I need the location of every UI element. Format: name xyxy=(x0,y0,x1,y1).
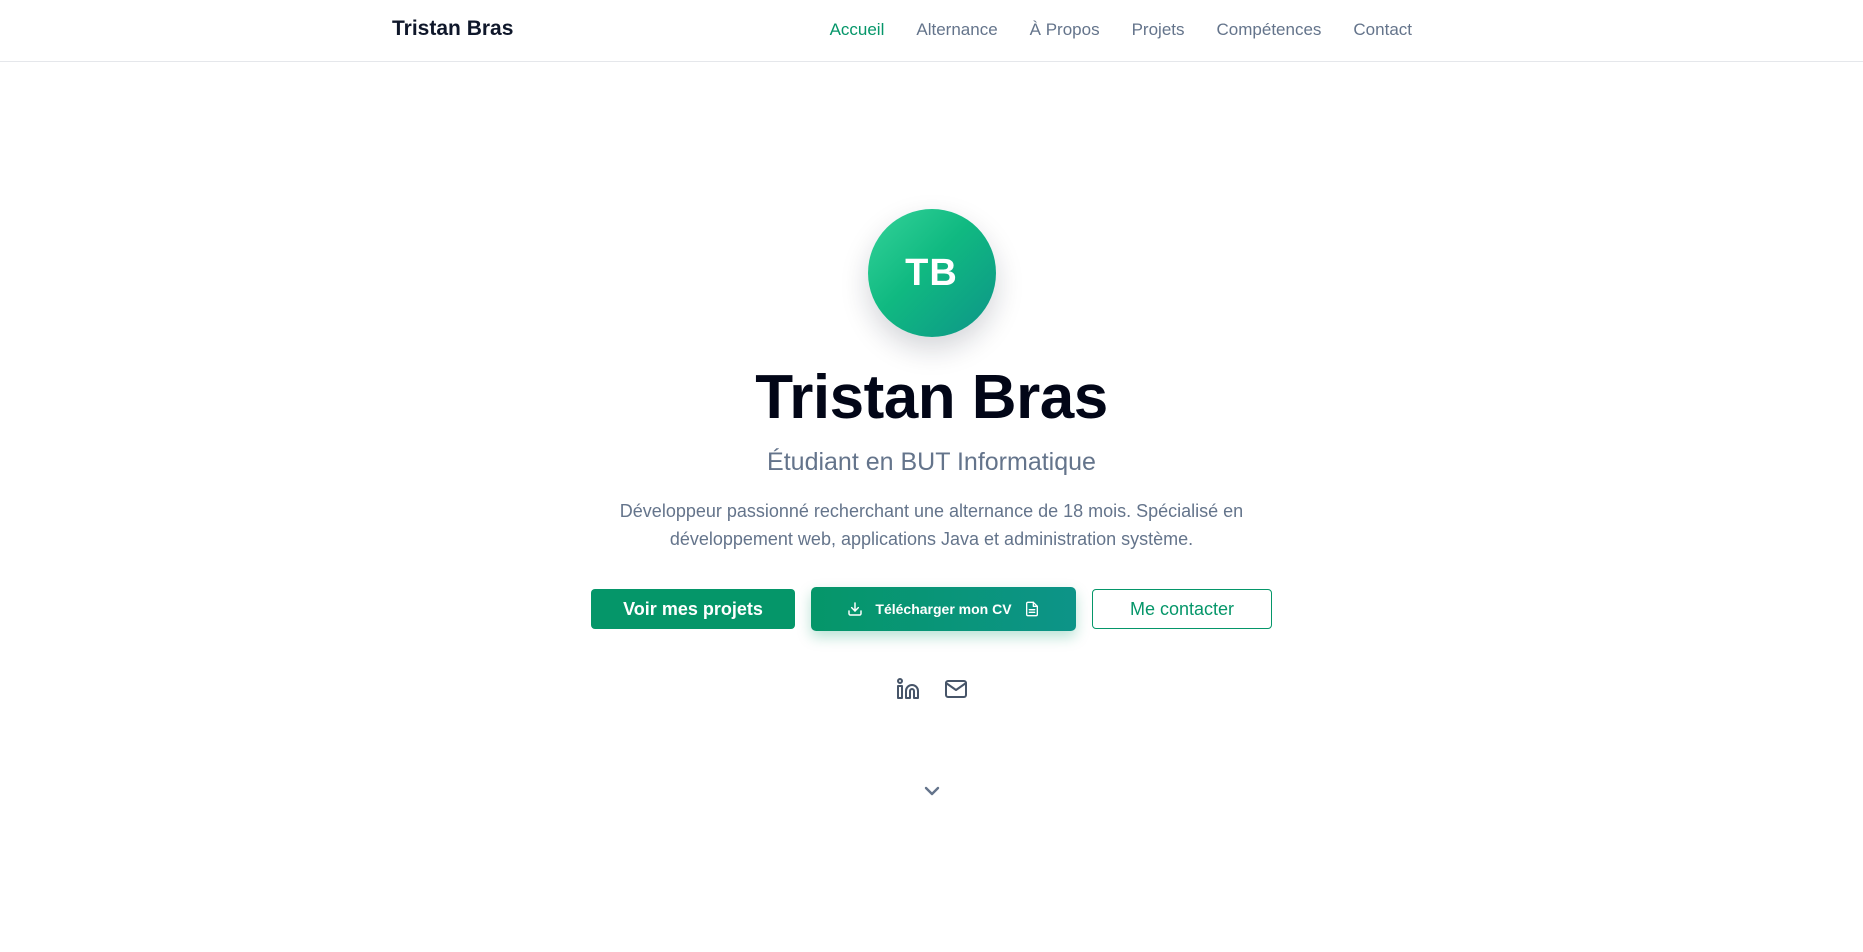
linkedin-icon[interactable] xyxy=(896,677,920,701)
nav-link-projets[interactable]: Projets xyxy=(1132,20,1185,39)
hero-description: Développeur passionné recherchant une al… xyxy=(619,501,1244,549)
nav-link-a-propos[interactable]: À Propos xyxy=(1030,20,1100,39)
file-text-icon xyxy=(1024,601,1040,617)
hero-name: Tristan Bras xyxy=(755,363,1108,432)
social-links xyxy=(896,677,968,701)
download-icon xyxy=(847,601,863,617)
view-projects-button[interactable]: Voir mes projets xyxy=(591,589,795,629)
chevron-down-icon[interactable] xyxy=(920,779,944,803)
hero-subtitle: Étudiant en BUT Informatique xyxy=(767,448,1096,476)
nav-links: Accueil Alternance À Propos Projets Comp… xyxy=(830,20,1412,40)
avatar: TB xyxy=(867,209,996,337)
navbar: Tristan Bras Accueil Alternance À Propos… xyxy=(0,0,1863,62)
hero-section: TB Tristan Bras Étudiant en BUT Informat… xyxy=(0,62,1863,952)
hero-buttons: Voir mes projets Télécharger mon CV Me c… xyxy=(591,587,1272,631)
avatar-initials: TB xyxy=(905,251,958,294)
mail-icon[interactable] xyxy=(944,677,968,701)
nav-link-alternance[interactable]: Alternance xyxy=(916,20,997,39)
contact-me-button[interactable]: Me contacter xyxy=(1092,589,1272,629)
download-cv-button[interactable]: Télécharger mon CV xyxy=(811,587,1076,631)
nav-link-accueil[interactable]: Accueil xyxy=(830,20,885,39)
nav-link-contact[interactable]: Contact xyxy=(1353,20,1412,39)
download-cv-label: Télécharger mon CV xyxy=(875,601,1012,617)
brand-logo[interactable]: Tristan Bras xyxy=(392,17,513,41)
nav-link-competences[interactable]: Compétences xyxy=(1217,20,1322,39)
